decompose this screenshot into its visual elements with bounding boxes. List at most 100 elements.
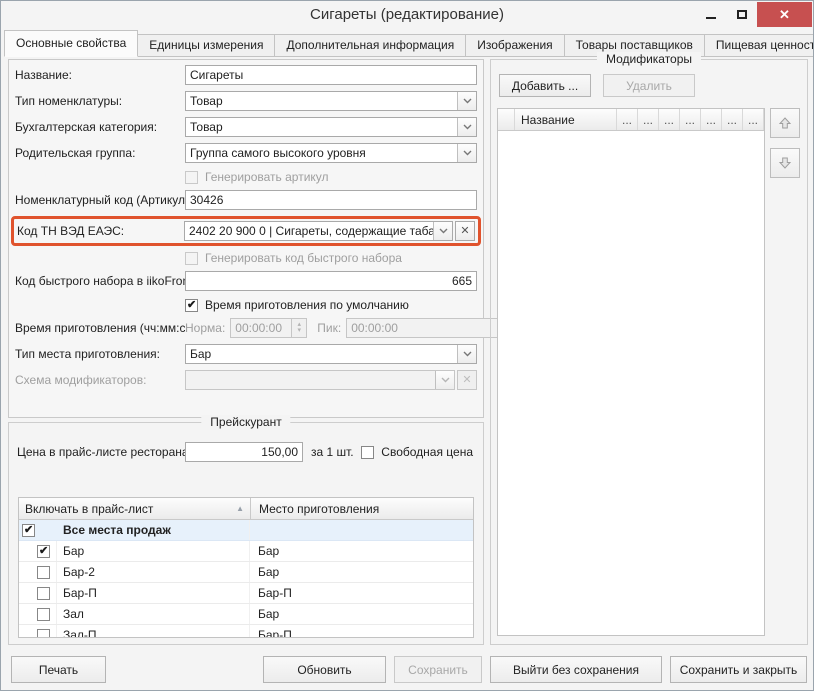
parent-group-select[interactable]: Группа самого высокого уровня — [185, 143, 477, 163]
minimize-button[interactable] — [695, 2, 726, 27]
generate-article-checkbox[interactable] — [185, 171, 198, 184]
edit-product-window: Сигареты (редактирование) ✕ Основные сво… — [0, 0, 814, 691]
nomenclature-type-value: Товар — [186, 92, 457, 110]
column-header-place[interactable]: Место приготовления — [251, 498, 473, 519]
row-checkbox[interactable] — [37, 566, 50, 579]
maximize-button[interactable] — [726, 2, 757, 27]
close-button[interactable]: ✕ — [757, 2, 812, 27]
table-row-bar-p[interactable]: Бар-П Бар-П — [19, 583, 473, 604]
row-place: Бар-П — [250, 583, 473, 603]
form-row-cooking-place-type: Тип места приготовления: Бар — [15, 344, 477, 364]
clear-icon: ✕ — [460, 226, 469, 237]
modifiers-group: Модификаторы Добавить ... Удалить Назван… — [490, 59, 808, 645]
tab-main-properties[interactable]: Основные свойства — [4, 30, 138, 57]
tab-units[interactable]: Единицы измерения — [137, 34, 275, 57]
print-button[interactable]: Печать — [11, 656, 106, 683]
modifiers-column-dots[interactable]: ... — [680, 109, 701, 130]
table-row-bar[interactable]: Бар Бар — [19, 541, 473, 562]
generate-quick-code-label: Генерировать код быстрого набора — [205, 251, 402, 265]
modifiers-table: Название ... ... ... ... ... ... ... — [497, 108, 765, 636]
table-row-zal-p[interactable]: Зал-П Бар-П — [19, 625, 473, 638]
accounting-category-value: Товар — [186, 118, 457, 136]
modifier-scheme-value — [186, 371, 435, 389]
move-down-button — [770, 148, 800, 178]
add-modifier-button[interactable]: Добавить ... — [499, 74, 591, 97]
chevron-down-icon — [441, 377, 450, 383]
row-place: Бар — [250, 604, 473, 624]
parent-group-dropdown-button[interactable] — [457, 144, 476, 162]
save-and-close-button[interactable]: Сохранить и закрыть — [670, 656, 807, 683]
quick-code-input[interactable] — [185, 271, 477, 291]
tn-ved-dropdown-button[interactable] — [433, 222, 452, 240]
spinner-down-icon: ▾ — [298, 328, 302, 334]
modifiers-column-dots[interactable]: ... — [638, 109, 659, 130]
price-label: Цена в прайс-листе ресторана: — [17, 445, 185, 459]
row-checkbox[interactable] — [37, 629, 50, 639]
form-row-parent-group: Родительская группа: Группа самого высок… — [15, 143, 477, 163]
free-price-checkbox[interactable] — [361, 446, 374, 459]
chevron-down-icon — [463, 124, 472, 130]
name-input[interactable] — [185, 65, 477, 85]
cooking-time-peak-input[interactable] — [346, 318, 511, 338]
window-title: Сигареты (редактирование) — [1, 6, 813, 23]
nomenclature-type-select[interactable]: Товар — [185, 91, 477, 111]
exit-without-saving-button[interactable]: Выйти без сохранения — [490, 656, 662, 683]
tn-ved-select[interactable]: 2402 20 900 0 | Сигареты, содержащие таб… — [184, 221, 453, 241]
tab-additional-info[interactable]: Дополнительная информация — [274, 34, 466, 57]
window-controls: ✕ — [695, 2, 812, 27]
nomenclature-type-dropdown-button[interactable] — [457, 92, 476, 110]
nomenclature-type-label: Тип номенклатуры: — [15, 94, 185, 108]
generate-article-label: Генерировать артикул — [205, 170, 329, 184]
form-row-generate-quick-code: Генерировать код быстрого набора — [15, 250, 477, 266]
chevron-down-icon — [463, 98, 472, 104]
row-checkbox[interactable] — [22, 524, 35, 537]
modifiers-column-dots[interactable]: ... — [701, 109, 722, 130]
row-name: Бар-П — [57, 583, 250, 603]
modifiers-column-dots[interactable]: ... — [659, 109, 680, 130]
modifiers-column-dots[interactable]: ... — [743, 109, 764, 130]
refresh-button[interactable]: Обновить — [263, 656, 386, 683]
modifiers-column-dots[interactable]: ... — [722, 109, 743, 130]
form-row-generate-article: Генерировать артикул — [15, 169, 477, 185]
modifiers-column-name[interactable]: Название — [515, 109, 617, 130]
row-checkbox[interactable] — [37, 545, 50, 558]
modifiers-column-dots[interactable]: ... — [617, 109, 638, 130]
generate-quick-code-checkbox[interactable] — [185, 252, 198, 265]
modifiers-group-title: Модификаторы — [597, 52, 701, 66]
cooking-place-type-value: Бар — [186, 345, 457, 363]
accounting-category-dropdown-button[interactable] — [457, 118, 476, 136]
free-price-label: Свободная цена — [381, 445, 473, 459]
cooking-time-norm-input[interactable] — [230, 318, 292, 338]
cooking-place-type-dropdown-button[interactable] — [457, 345, 476, 363]
modifiers-column-empty — [498, 109, 515, 130]
cooking-place-type-select[interactable]: Бар — [185, 344, 477, 364]
price-list-table-header: Включать в прайс-лист ▲ Место приготовле… — [19, 498, 473, 520]
accounting-category-select[interactable]: Товар — [185, 117, 477, 137]
column-header-include[interactable]: Включать в прайс-лист ▲ — [19, 498, 251, 519]
move-up-button — [770, 108, 800, 138]
spinner-buttons[interactable]: ▴▾ — [292, 318, 307, 338]
modifiers-table-body[interactable] — [498, 131, 764, 635]
row-checkbox[interactable] — [37, 587, 50, 600]
save-button: Сохранить — [394, 656, 482, 683]
table-row-zal[interactable]: Зал Бар — [19, 604, 473, 625]
accounting-category-label: Бухгалтерская категория: — [15, 120, 185, 134]
price-input[interactable] — [185, 442, 303, 462]
article-input[interactable] — [185, 190, 477, 210]
price-unit-label: за 1 шт. — [311, 445, 354, 459]
tab-images[interactable]: Изображения — [465, 34, 564, 57]
default-cooking-time-label: Время приготовления по умолчанию — [205, 298, 409, 312]
form-row-tn-ved-highlighted: Код ТН ВЭД ЕАЭС: 2402 20 900 0 | Сигарет… — [11, 216, 481, 246]
form-row-name: Название: — [15, 65, 477, 85]
tab-nutrition[interactable]: Пищевая ценность — [704, 34, 814, 57]
cooking-time-norm-spinner: ▴▾ — [230, 318, 307, 338]
row-name: Зал-П — [57, 625, 250, 638]
tn-ved-value: 2402 20 900 0 | Сигареты, содержащие таб… — [185, 222, 433, 240]
tn-ved-clear-button[interactable]: ✕ — [455, 221, 475, 241]
table-row-all-sale-places[interactable]: Все места продаж — [19, 520, 473, 541]
row-checkbox[interactable] — [37, 608, 50, 621]
table-row-bar-2[interactable]: Бар-2 Бар — [19, 562, 473, 583]
modifier-scheme-dropdown-button — [435, 371, 454, 389]
default-cooking-time-checkbox[interactable] — [185, 299, 198, 312]
row-name: Зал — [57, 604, 250, 624]
